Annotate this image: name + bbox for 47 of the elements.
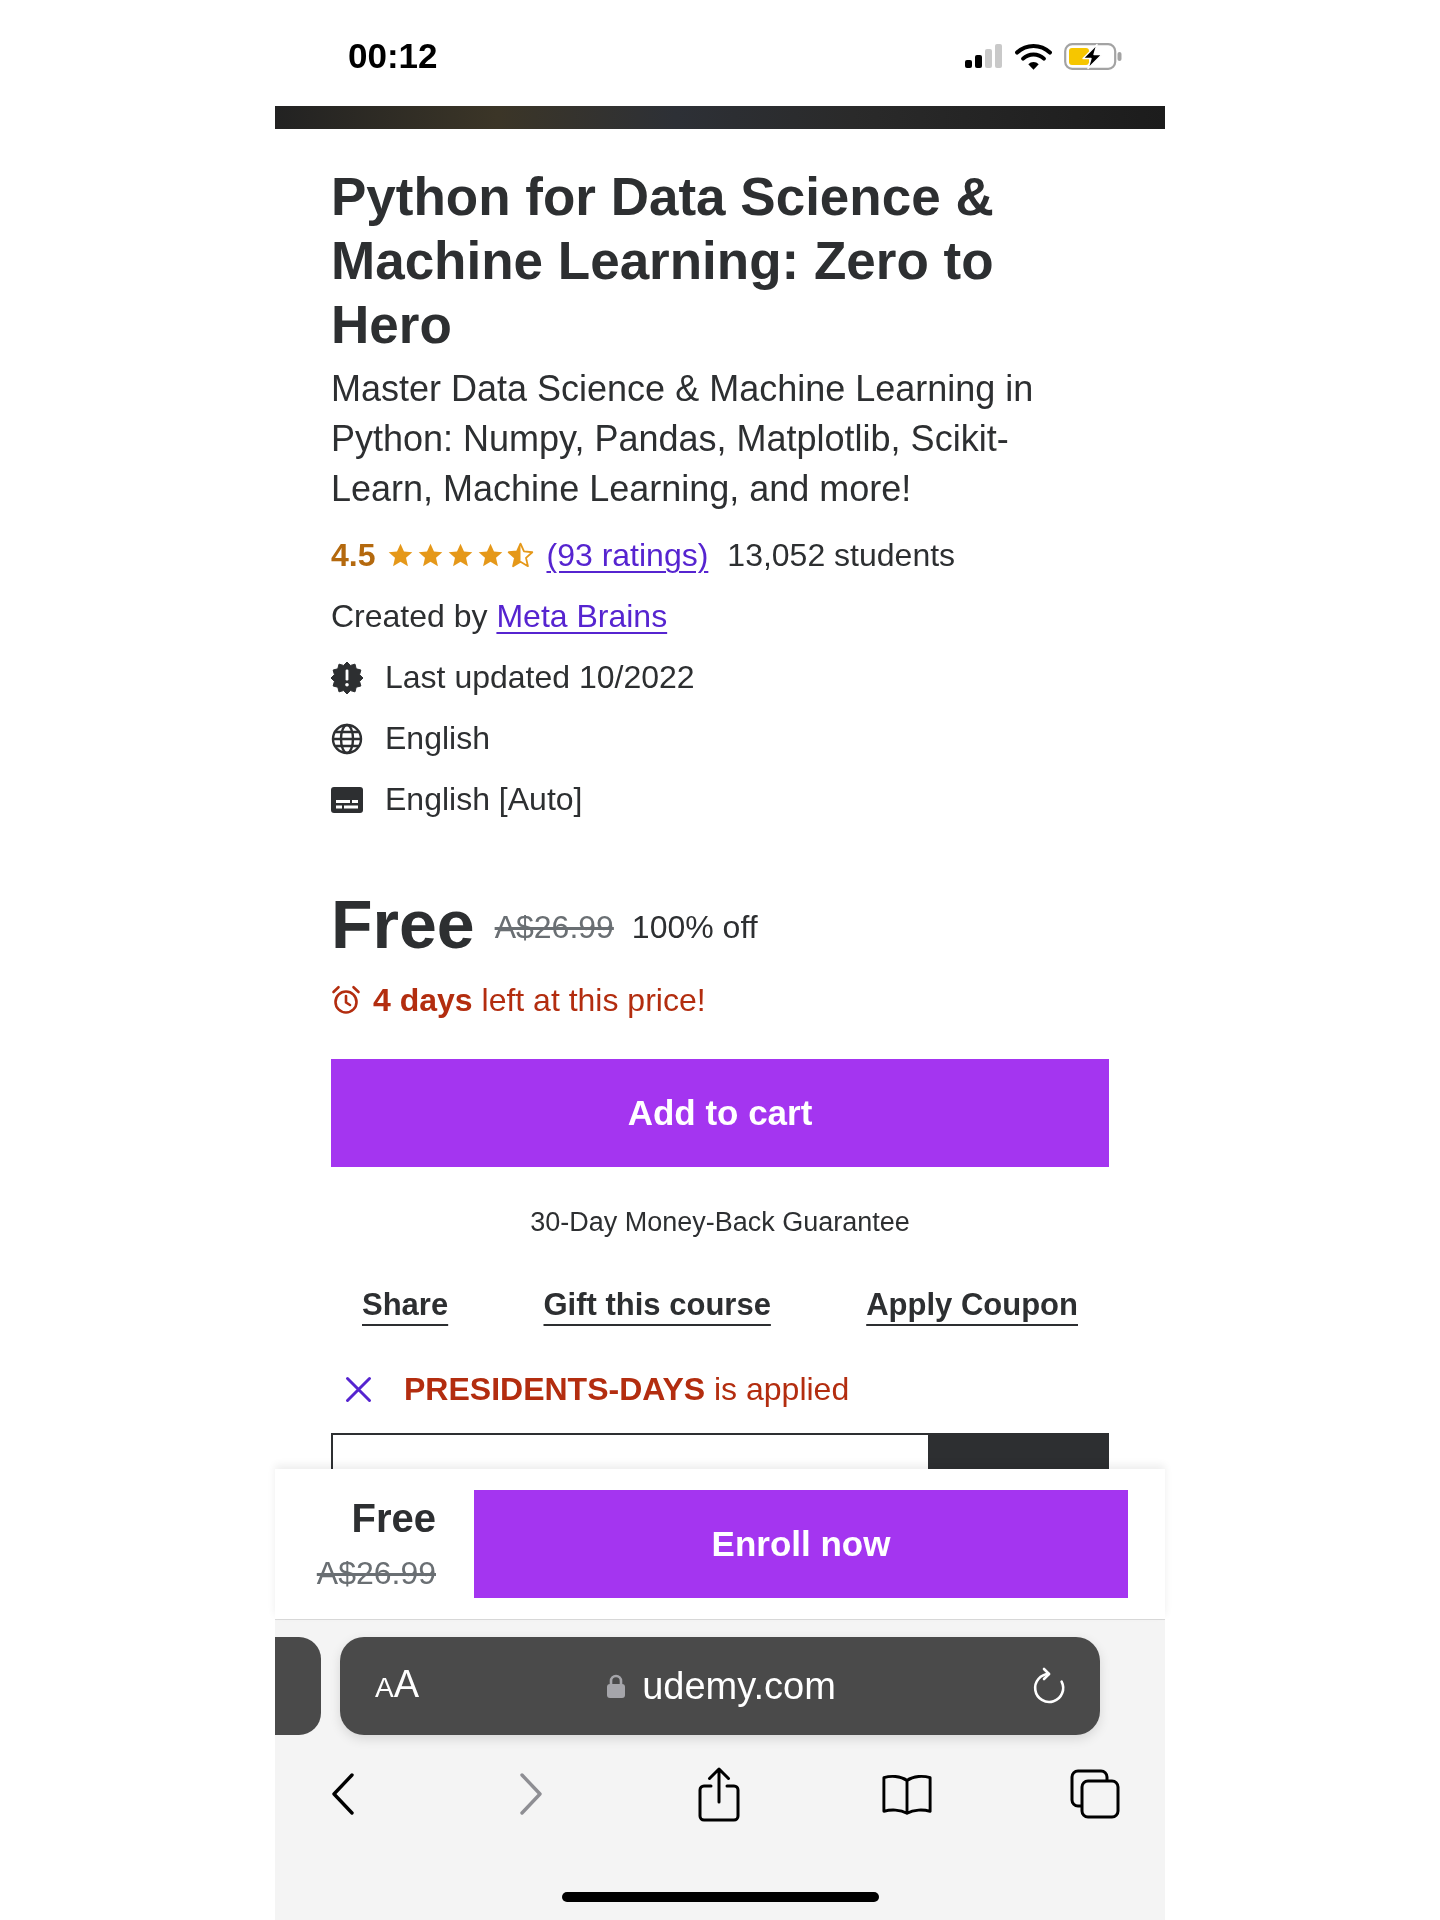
globe-icon [331,722,363,755]
course-subtitle: Master Data Science & Machine Learning in Python: Numpy, Pandas, Matplotlib, Scikit-Learn, Machine Learning, and more! [331,367,1035,511]
alert-badge-icon [331,661,363,694]
coupon-applied-text: PRESIDENTS-DAYS is applied [404,1370,850,1408]
alarm-clock-icon [331,985,361,1015]
url-text: udemy.com [642,1664,836,1708]
author-link[interactable]: Meta Brains [496,598,668,634]
ratings-link[interactable]: (93 ratings) [546,537,709,574]
share-icon[interactable] [696,1766,742,1822]
reload-icon[interactable] [1031,1667,1067,1705]
created-by-text: Created by Meta Brains [331,598,668,635]
countdown-text: 4 days left at this price! [373,981,706,1019]
book-icon[interactable] [881,1772,933,1816]
detail-text: Last updated 10/2022 [385,659,695,696]
tabs-icon[interactable] [1069,1768,1121,1820]
action-link[interactable]: Share [362,1287,449,1323]
add-to-cart-button[interactable]: Add to cart [331,1059,1109,1167]
status-time: 00:12 [348,36,438,76]
discount-text: 100% off [631,908,758,946]
bar-original-price: A$26.99 [316,1554,436,1593]
rating-score: 4.5 [331,537,376,574]
star-icon [387,542,415,569]
action-link[interactable]: Gift this course [543,1287,771,1323]
bar-price: Free [351,1495,436,1541]
text-size-button[interactable]: AA [375,1662,420,1710]
captions-icon [331,786,363,813]
battery-icon [1064,42,1122,70]
close-icon[interactable] [345,1375,372,1403]
course-title: Python for Data Science & Machine Learning: Zero to Hero [331,166,995,356]
enroll-now-button[interactable]: Enroll now [474,1490,1128,1598]
half-star-icon [507,542,535,569]
signal-icon [965,44,1003,68]
coupon-input-field[interactable] [331,1433,928,1469]
students-count: 13,052 students [727,537,956,574]
detail-text: English [385,720,490,757]
star-icon [417,542,445,569]
star-icon [447,542,475,569]
guarantee-text: 30-Day Money-Back Guarantee [530,1206,910,1239]
back-icon[interactable] [330,1772,356,1816]
address-bar[interactable]: AA udemy.com [340,1637,1100,1735]
lock-icon [606,1673,627,1699]
star-icon [477,542,505,569]
wifi-icon [1015,42,1052,70]
original-price: A$26.99 [494,908,614,946]
detail-text: English [Auto] [385,781,583,818]
price: Free [331,885,475,963]
action-link[interactable]: Apply Coupon [866,1287,1078,1323]
